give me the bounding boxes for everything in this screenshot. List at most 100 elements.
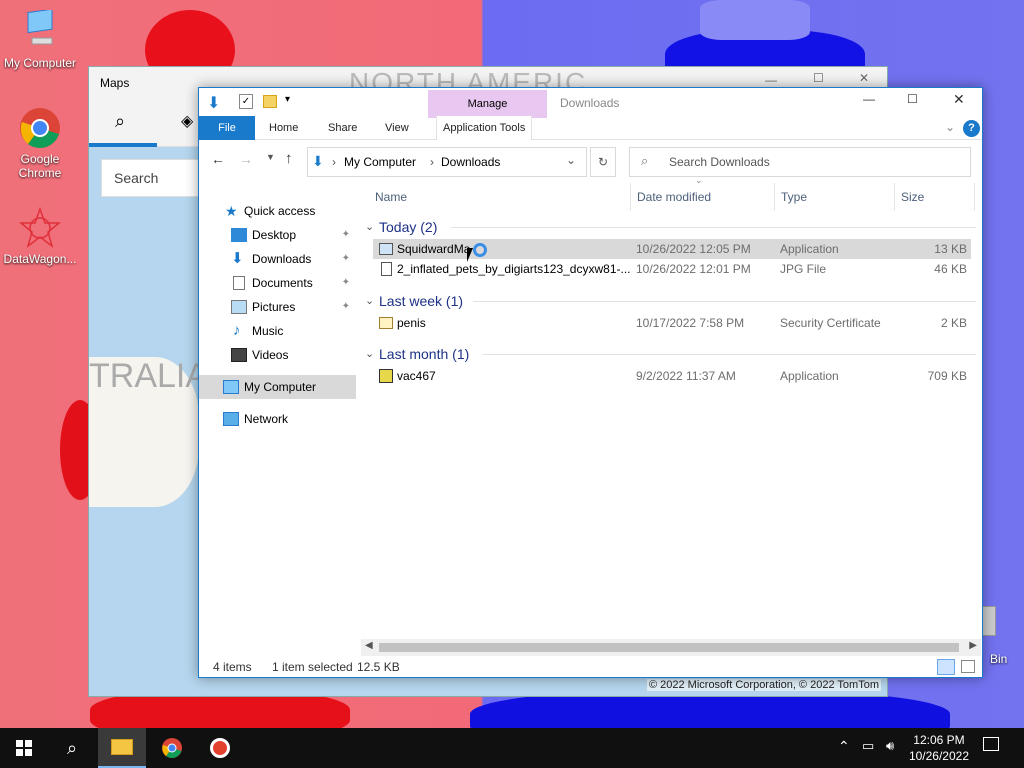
refresh-icon[interactable]: ↻: [590, 147, 616, 177]
file-name: SquidwardMa: [397, 242, 471, 256]
taskbar-chrome[interactable]: [148, 728, 196, 768]
search-input[interactable]: Search Downloads: [629, 147, 971, 177]
clock-time: 12:06 PM: [913, 733, 965, 747]
file-row[interactable]: 2_inflated_pets_by_digiarts123_dcyxw81-.…: [373, 259, 971, 279]
pin-icon[interactable]: ✦: [342, 271, 350, 295]
search-icon: ⌕: [66, 737, 78, 758]
tab-file[interactable]: File: [199, 116, 255, 140]
desktop-icon-my-computer[interactable]: My Computer: [0, 8, 80, 70]
taskbar-maps[interactable]: [196, 728, 244, 768]
scroll-right-icon[interactable]: ▶: [969, 640, 977, 651]
group-divider: [473, 301, 976, 302]
file-explorer-window[interactable]: ⬇ ✓ ▾ Manage Downloads — ☐ ✕ File Home S…: [198, 87, 983, 678]
large-icons-view-icon[interactable]: [961, 660, 975, 673]
file-type: Application: [780, 242, 839, 256]
window-title: Downloads: [560, 96, 620, 110]
maximize-button[interactable]: ☐: [907, 92, 918, 106]
maps-close-button[interactable]: ✕: [859, 71, 869, 85]
nav-pictures[interactable]: Pictures ✦: [199, 295, 356, 319]
taskbar: ⌕ ⌃ ▭ 🔊︎ 12:06 PM 10/26/2022: [0, 728, 1024, 768]
maps-title: Maps: [100, 76, 130, 90]
column-header-date-modified[interactable]: Date modified: [631, 183, 775, 211]
nav-desktop[interactable]: Desktop ✦: [199, 223, 356, 247]
address-dropdown-icon[interactable]: ⌄: [566, 153, 576, 167]
desktop-icon-label: Bin: [990, 652, 1008, 666]
nav-label: Downloads: [252, 252, 312, 266]
pin-icon[interactable]: ✦: [342, 295, 350, 319]
properties-icon[interactable]: ✓: [239, 94, 253, 109]
details-view-icon[interactable]: [937, 659, 955, 675]
file-row[interactable]: vac467 9/2/2022 11:37 AM Application 709…: [373, 366, 971, 386]
column-header-type[interactable]: Type: [775, 183, 895, 211]
explorer-titlebar: ⬇ ✓ ▾ Manage Downloads — ☐ ✕: [199, 88, 982, 118]
nav-quick-access[interactable]: ★ Quick access: [199, 199, 356, 223]
maps-minimize-button[interactable]: —: [765, 73, 777, 87]
nav-network[interactable]: Network: [199, 407, 356, 431]
nav-music[interactable]: ♪ Music: [199, 319, 356, 343]
search-button[interactable]: ⌕: [48, 728, 96, 768]
ribbon-tabs: File Home Share View Application Tools ⌄…: [199, 116, 982, 140]
group-header-today[interactable]: ⌄ Today (2): [361, 216, 976, 238]
address-bar[interactable]: ⬇ › My Computer › Downloads ⌄: [307, 147, 587, 177]
desktop-icon-datawagon[interactable]: DataWagon...: [0, 206, 80, 266]
up-arrow-icon[interactable]: ↑: [285, 150, 293, 167]
new-folder-icon[interactable]: [263, 95, 277, 108]
maps-search-icon[interactable]: ⌕: [115, 111, 125, 132]
expand-ribbon-icon[interactable]: ⌄: [945, 120, 955, 134]
file-date: 10/26/2022 12:05 PM: [636, 242, 751, 256]
group-header-last-week[interactable]: ⌄ Last week (1): [361, 290, 976, 312]
breadcrumb-my-computer[interactable]: My Computer: [344, 155, 416, 169]
help-icon[interactable]: ?: [963, 120, 980, 137]
tab-manage[interactable]: Manage: [428, 90, 547, 118]
tab-view[interactable]: View: [379, 116, 415, 140]
minimize-button[interactable]: —: [863, 92, 875, 106]
group-header-last-month[interactable]: ⌄ Last month (1): [361, 343, 976, 365]
tab-application-tools[interactable]: Application Tools: [436, 116, 533, 140]
quick-access-down-icon[interactable]: ⬇: [207, 93, 220, 113]
file-date: 10/26/2022 12:01 PM: [636, 262, 751, 276]
scroll-left-icon[interactable]: ◀: [365, 640, 373, 651]
tab-share[interactable]: Share: [322, 116, 363, 140]
back-arrow-icon[interactable]: ←: [211, 151, 225, 167]
file-name: penis: [397, 316, 426, 330]
notifications-icon[interactable]: [983, 737, 999, 751]
chrome-icon: [18, 106, 62, 150]
customize-toolbar-icon[interactable]: ▾: [285, 94, 290, 105]
forward-arrow-icon[interactable]: →: [239, 151, 253, 167]
nav-documents[interactable]: Documents ✦: [199, 271, 356, 295]
file-row[interactable]: SquidwardMa 10/26/2022 12:05 PM Applicat…: [373, 239, 971, 259]
desktop-icon-google-chrome[interactable]: Google Chrome: [0, 106, 80, 180]
maps-maximize-button[interactable]: ☐: [813, 71, 824, 85]
file-row[interactable]: penis 10/17/2022 7:58 PM Security Certif…: [373, 313, 971, 333]
taskbar-clock[interactable]: 12:06 PM 10/26/2022: [909, 732, 969, 764]
file-date: 10/17/2022 7:58 PM: [636, 316, 745, 330]
nav-my-computer[interactable]: My Computer: [199, 375, 356, 399]
navigation-pane: ★ Quick access Desktop ✦ ⬇ Downloads ✦ D…: [199, 183, 356, 648]
maps-search-input[interactable]: Search: [101, 159, 211, 197]
nav-label: Desktop: [252, 228, 297, 242]
pin-icon[interactable]: ✦: [342, 223, 350, 247]
tab-home[interactable]: Home: [263, 116, 304, 140]
computer-icon: [18, 8, 62, 54]
nav-downloads[interactable]: ⬇ Downloads ✦: [199, 247, 356, 271]
recent-locations-icon[interactable]: ▼: [266, 152, 275, 162]
desktop-icon-recycle-bin[interactable]: Bin: [982, 606, 1022, 666]
breadcrumb-downloads[interactable]: Downloads: [441, 155, 500, 169]
horizontal-scrollbar[interactable]: ◀ ▶: [361, 639, 981, 656]
taskbar-file-explorer[interactable]: [98, 728, 146, 768]
show-hidden-icons-icon[interactable]: ⌃: [838, 738, 850, 755]
nav-videos[interactable]: Videos: [199, 343, 356, 367]
start-button[interactable]: [0, 728, 48, 768]
pin-icon[interactable]: ✦: [342, 247, 350, 271]
file-size: 46 KB: [934, 262, 967, 276]
column-header-size[interactable]: Size: [895, 183, 975, 211]
volume-icon[interactable]: 🔊︎: [886, 738, 894, 754]
scrollbar-thumb[interactable]: [379, 643, 959, 652]
close-button[interactable]: ✕: [953, 91, 965, 108]
status-bar: 4 items 1 item selected 12.5 KB: [199, 656, 982, 678]
network-status-icon[interactable]: ▭: [862, 738, 874, 754]
column-header-name[interactable]: Name: [369, 183, 631, 211]
maps-directions-icon[interactable]: ◈: [181, 111, 193, 131]
file-size: 13 KB: [934, 242, 967, 256]
recycle-bin-icon: [982, 606, 996, 636]
